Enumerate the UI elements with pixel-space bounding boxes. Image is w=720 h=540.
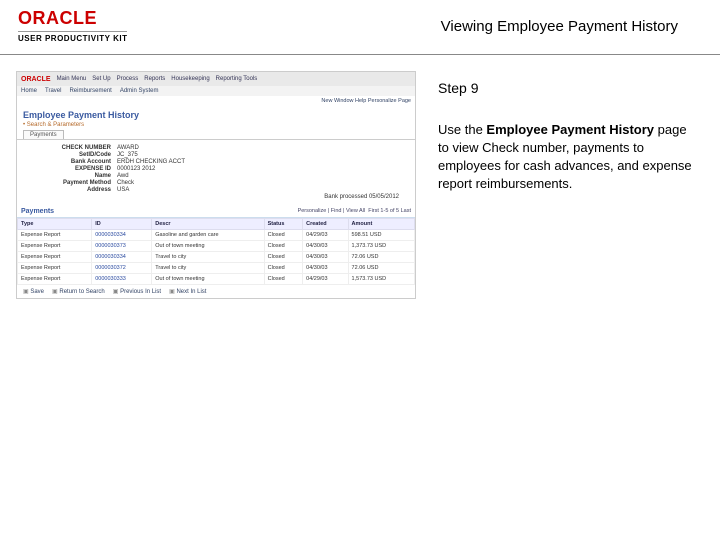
cell[interactable]: 0000030372: [92, 263, 152, 274]
menu-item[interactable]: Set Up: [92, 76, 110, 82]
value: ERDH CHECKING ACCT: [117, 159, 185, 165]
menu-item[interactable]: Reporting Tools: [216, 76, 258, 82]
cell: 04/29/03: [303, 274, 348, 285]
menu-item[interactable]: Travel: [45, 88, 61, 94]
table-row: Expense Report0000030373Out of town meet…: [18, 241, 415, 252]
app-menu-primary: Main Menu Set Up Process Reports Houseke…: [57, 76, 258, 82]
step-label: Step 9: [438, 79, 702, 99]
menu-item[interactable]: Reimbursement: [69, 88, 111, 94]
cell: 04/30/03: [303, 241, 348, 252]
cell: 72.06 USD: [348, 263, 414, 274]
bank-processed: Bank processed 05/05/2012: [324, 194, 399, 200]
brand-sub: USER PRODUCTIVITY KIT: [18, 31, 127, 43]
table-row: Expense Report0000030334Gasoline and gar…: [18, 230, 415, 241]
label: SetID/Code: [25, 152, 117, 158]
cell: Expense Report: [18, 263, 92, 274]
grid-tools[interactable]: Personalize | Find | View All: [298, 208, 366, 214]
cell: Closed: [264, 230, 303, 241]
value: Awd: [117, 173, 129, 179]
label: Payment Method: [25, 180, 117, 186]
save-link[interactable]: Save: [23, 288, 44, 295]
menu-item[interactable]: Main Menu: [57, 76, 87, 82]
value: AWARD: [117, 145, 139, 151]
toolbar-links[interactable]: New Window Help Personalize Page: [321, 98, 411, 104]
menu-item[interactable]: Process: [117, 76, 139, 82]
section-title: Payments: [21, 208, 54, 215]
prev-link[interactable]: Previous In List: [113, 288, 161, 295]
label: Bank Account: [25, 159, 117, 165]
page-title: Viewing Employee Payment History: [441, 18, 678, 35]
col-header[interactable]: Status: [264, 219, 303, 230]
cell: 04/29/03: [303, 230, 348, 241]
table-row: Expense Report0000030334Travel to cityCl…: [18, 252, 415, 263]
col-header[interactable]: ID: [92, 219, 152, 230]
value: Check: [117, 180, 134, 186]
value: 0000123 2012: [117, 166, 155, 172]
cell: Travel to city: [152, 263, 264, 274]
label: Name: [25, 173, 117, 179]
cell[interactable]: 0000030333: [92, 274, 152, 285]
cell[interactable]: 0000030334: [92, 252, 152, 263]
cell: Out of town meeting: [152, 274, 264, 285]
cell: 1,573.73 USD: [348, 274, 414, 285]
cell: Out of town meeting: [152, 241, 264, 252]
cell: Closed: [264, 252, 303, 263]
menu-item[interactable]: Reports: [144, 76, 165, 82]
cell: Expense Report: [18, 241, 92, 252]
cell: Expense Report: [18, 252, 92, 263]
menu-item[interactable]: Housekeeping: [171, 76, 209, 82]
brand-main: ORACLE: [18, 8, 127, 29]
cell: Closed: [264, 263, 303, 274]
cell: 04/30/03: [303, 252, 348, 263]
table-row: Expense Report0000030372Travel to cityCl…: [18, 263, 415, 274]
search-params-link[interactable]: • Search & Parameters: [17, 122, 415, 130]
cell[interactable]: 0000030334: [92, 230, 152, 241]
label: CHECK NUMBER: [25, 145, 117, 151]
cell: 1,373.73 USD: [348, 241, 414, 252]
value: JC_375: [117, 152, 138, 158]
tab-payments[interactable]: Payments: [23, 130, 64, 139]
app-page-title: Employee Payment History: [17, 106, 415, 122]
grid-pager[interactable]: First 1-5 of 5 Last: [368, 208, 411, 214]
cell: 598.51 USD: [348, 230, 414, 241]
col-header[interactable]: Amount: [348, 219, 414, 230]
menu-item[interactable]: Home: [21, 88, 37, 94]
instruction-text: Use the Employee Payment History page to…: [438, 121, 698, 194]
table-row: Expense Report0000030333Out of town meet…: [18, 274, 415, 285]
menu-item[interactable]: Admin System: [120, 88, 159, 94]
cell: 04/30/03: [303, 263, 348, 274]
return-link[interactable]: Return to Search: [52, 288, 105, 295]
cell: Expense Report: [18, 274, 92, 285]
cell[interactable]: 0000030373: [92, 241, 152, 252]
col-header[interactable]: Descr: [152, 219, 264, 230]
app-brand: ORACLE: [21, 76, 51, 83]
next-link[interactable]: Next In List: [169, 288, 206, 295]
payments-table: Type ID Descr Status Created Amount Expe…: [17, 218, 415, 285]
col-header[interactable]: Created: [303, 219, 348, 230]
cell: Gasoline and garden care: [152, 230, 264, 241]
brand-logo: ORACLE USER PRODUCTIVITY KIT: [18, 8, 127, 43]
label: Address: [25, 187, 117, 193]
cell: 72.06 USD: [348, 252, 414, 263]
value: USA: [117, 187, 129, 193]
cell: Closed: [264, 241, 303, 252]
cell: Travel to city: [152, 252, 264, 263]
cell: Closed: [264, 274, 303, 285]
embedded-app-screenshot: ORACLE Main Menu Set Up Process Reports …: [16, 71, 416, 299]
col-header[interactable]: Type: [18, 219, 92, 230]
cell: Expense Report: [18, 230, 92, 241]
label: EXPENSE ID: [25, 166, 117, 172]
